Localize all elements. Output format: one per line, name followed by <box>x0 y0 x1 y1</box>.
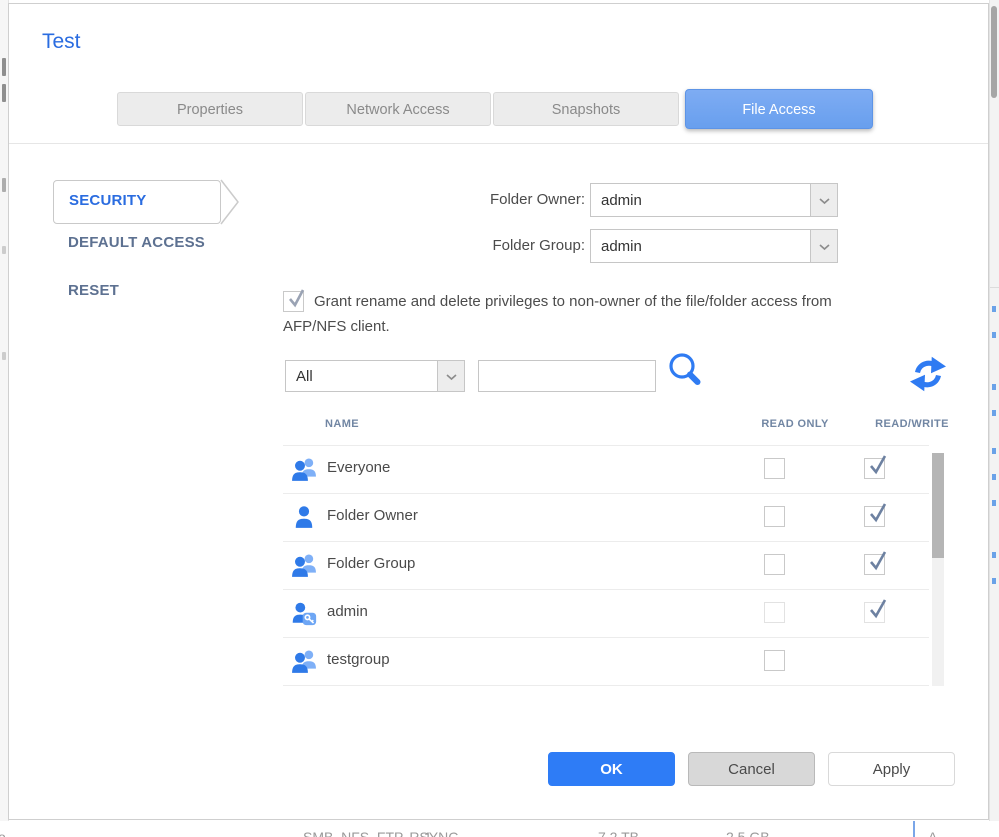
cancel-button[interactable]: Cancel <box>688 752 815 786</box>
read-only-checkbox[interactable] <box>764 602 785 623</box>
chevron-down-icon <box>437 361 464 391</box>
sidebar-item-security[interactable]: SECURITY <box>53 180 221 224</box>
search-icon[interactable] <box>666 350 708 394</box>
chevron-down-icon <box>810 230 837 262</box>
table-row: Everyone <box>283 445 929 494</box>
admin-user-icon <box>291 600 317 626</box>
column-header-read-only: READ ONLY <box>749 418 841 430</box>
tab-network-access[interactable]: Network Access <box>305 92 491 126</box>
tab-divider <box>9 143 988 144</box>
background-row-text: o <box>0 829 6 837</box>
scrollbar-thumb[interactable] <box>991 6 997 98</box>
sidebar-item-label: SECURITY <box>69 192 146 209</box>
read-write-checkbox[interactable] <box>864 602 885 623</box>
sidebar-item-reset[interactable]: RESET <box>68 282 119 299</box>
folder-group-select[interactable]: admin <box>590 229 838 263</box>
table-row: testgroup <box>283 638 929 686</box>
tab-file-access[interactable]: File Access <box>685 89 873 129</box>
background-row-text: 1 <box>424 829 432 837</box>
column-header-read-write: READ/WRITE <box>857 418 967 430</box>
tab-snapshots[interactable]: Snapshots <box>493 92 679 126</box>
table-row: Folder Group <box>283 542 929 590</box>
background-page-scrollbar[interactable] <box>989 0 999 821</box>
row-name: Everyone <box>327 459 390 476</box>
background-row-text: SMB, NFS, FTP, RSYNC <box>303 829 458 837</box>
row-name: Folder Group <box>327 555 415 572</box>
user-icon <box>291 504 317 530</box>
sidebar-item-default-access[interactable]: DEFAULT ACCESS <box>68 234 205 251</box>
read-write-checkbox[interactable] <box>864 506 885 527</box>
search-input[interactable] <box>478 360 656 392</box>
background-table-row: o SMB, NFS, FTP, RSYNC1 7.2 TB 2.5 GB A <box>0 821 999 837</box>
apply-button[interactable]: Apply <box>828 752 955 786</box>
tab-properties[interactable]: Properties <box>117 92 303 126</box>
folder-owner-select[interactable]: admin <box>590 183 838 217</box>
read-only-checkbox[interactable] <box>764 554 785 575</box>
read-write-checkbox[interactable] <box>864 554 885 575</box>
row-name: Folder Owner <box>327 507 418 524</box>
dialog-title: Test <box>42 30 81 54</box>
read-write-checkbox[interactable] <box>864 458 885 479</box>
row-name: testgroup <box>327 651 390 668</box>
read-only-checkbox[interactable] <box>764 506 785 527</box>
row-name: admin <box>327 603 368 620</box>
background-row-text: 7.2 TB <box>598 829 639 837</box>
folder-group-value: admin <box>601 238 642 255</box>
read-only-checkbox[interactable] <box>764 458 785 479</box>
grant-privileges-row: Grant rename and delete privileges to no… <box>283 289 943 339</box>
folder-owner-label: Folder Owner: <box>445 191 585 208</box>
list-scrollbar[interactable] <box>932 453 944 686</box>
group-icon <box>291 648 317 674</box>
table-row: Folder Owner <box>283 494 929 542</box>
access-list: Everyone Folder Owner Folder Group admin tes… <box>283 445 929 686</box>
background-row-text: 2.5 GB <box>726 829 770 837</box>
folder-owner-value: admin <box>601 192 642 209</box>
background-row-text: A <box>928 829 937 837</box>
group-icon <box>291 456 317 482</box>
ok-button[interactable]: OK <box>548 752 675 786</box>
share-settings-dialog: Test PropertiesNetwork AccessSnapshotsFi… <box>8 3 989 820</box>
grant-privileges-checkbox[interactable] <box>283 291 304 312</box>
background-row-divider <box>913 821 915 837</box>
grant-privileges-text: Grant rename and delete privileges to no… <box>283 293 832 335</box>
read-only-checkbox[interactable] <box>764 650 785 671</box>
column-header-name: NAME <box>325 418 359 430</box>
group-icon <box>291 552 317 578</box>
filter-type-value: All <box>296 368 313 385</box>
table-row: admin <box>283 590 929 638</box>
filter-type-select[interactable]: All <box>285 360 465 392</box>
chevron-down-icon <box>810 184 837 216</box>
breadcrumb-arrow-icon <box>220 179 242 225</box>
list-scrollbar-thumb[interactable] <box>932 453 944 558</box>
folder-group-label: Folder Group: <box>445 237 585 254</box>
refresh-icon[interactable] <box>910 356 946 392</box>
